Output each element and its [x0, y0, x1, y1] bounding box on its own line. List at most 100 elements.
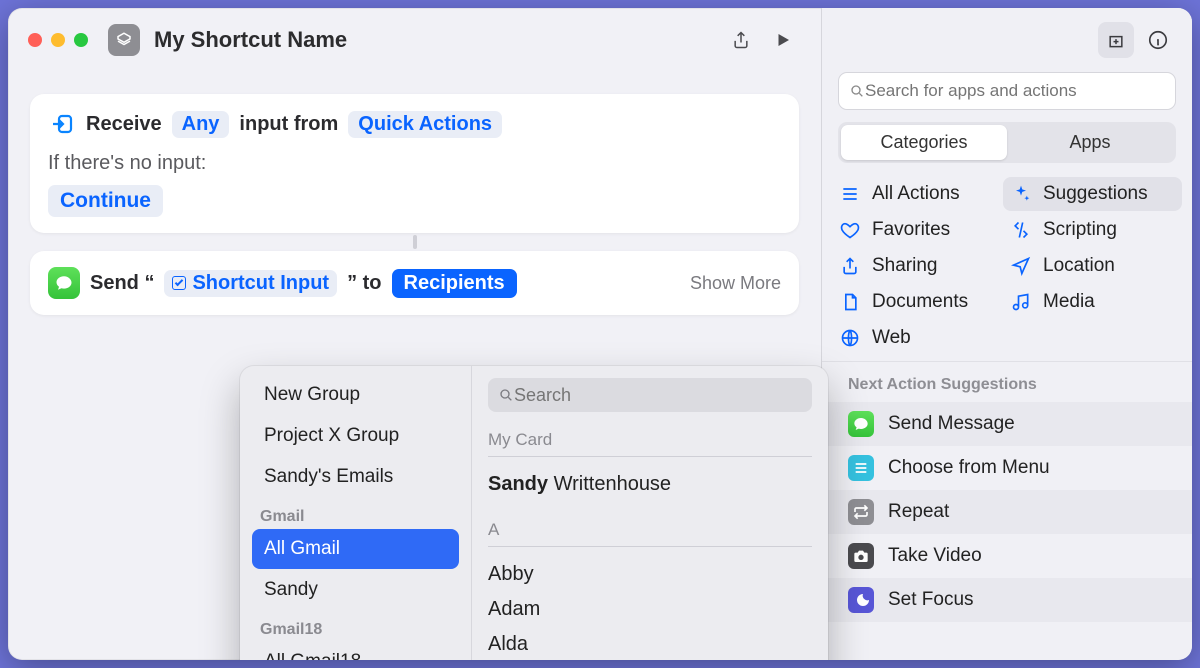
receive-input-action[interactable]: Receive Any input from Quick Actions If … [30, 94, 799, 233]
fav-icon [840, 220, 860, 240]
category-label: Media [1043, 291, 1095, 313]
group-item[interactable]: Sandy [252, 570, 459, 610]
app-window: My Shortcut Name Receive Any input from [8, 8, 1192, 660]
category-script[interactable]: Scripting [1011, 219, 1174, 241]
category-label: Scripting [1043, 219, 1117, 241]
loc-icon [1011, 256, 1031, 276]
suggestion-item[interactable]: Take Video [822, 534, 1192, 578]
tab-apps[interactable]: Apps [1007, 125, 1173, 160]
share-button[interactable] [723, 22, 759, 58]
recipients-popover: New GroupProject X GroupSandy's EmailsGm… [240, 366, 828, 660]
library-search-input[interactable] [865, 81, 1165, 101]
category-media[interactable]: Media [1011, 291, 1174, 313]
library-tabs[interactable]: Categories Apps [838, 122, 1176, 163]
window-controls [28, 33, 88, 47]
send-message-action[interactable]: Send “ Shortcut Input ” to Recipients Sh… [30, 251, 799, 315]
category-grid: All Actions Suggestions Favorites Scripting… [822, 177, 1192, 362]
show-more-button[interactable]: Show More [690, 273, 781, 294]
shortcut-app-icon [108, 24, 140, 56]
contact-item[interactable]: Adam [486, 592, 814, 627]
library-search[interactable] [838, 72, 1176, 110]
category-label: Sharing [872, 255, 938, 277]
minimize-window-button[interactable] [51, 33, 65, 47]
suggestion-icon [848, 499, 874, 525]
suggestion-icon [848, 411, 874, 437]
message-content-token[interactable]: Shortcut Input [164, 270, 337, 297]
input-type-token[interactable]: Any [172, 111, 230, 138]
search-icon [498, 387, 514, 403]
run-button[interactable] [765, 22, 801, 58]
group-header: Gmail [248, 498, 463, 528]
group-header: Gmail18 [248, 611, 463, 641]
suggestion-label: Send Message [888, 413, 1015, 435]
group-item[interactable]: Project X Group [252, 416, 459, 456]
suggestion-icon [848, 587, 874, 613]
contact-groups-list[interactable]: New GroupProject X GroupSandy's EmailsGm… [240, 366, 472, 660]
editor-pane: My Shortcut Name Receive Any input from [8, 8, 822, 660]
input-source-token[interactable]: Quick Actions [348, 111, 502, 138]
category-label: Favorites [872, 219, 950, 241]
doc-icon [840, 292, 860, 312]
next-action-suggestions-list: Send Message Choose from Menu Repeat Take V… [822, 402, 1192, 622]
magic-variable-icon [172, 276, 186, 290]
group-item[interactable]: All Gmail18 [252, 642, 459, 660]
category-web[interactable]: Web [840, 327, 1003, 349]
shortcut-title[interactable]: My Shortcut Name [154, 27, 347, 53]
mycard-section-label: My Card [488, 430, 812, 450]
suggestion-label: Repeat [888, 501, 949, 523]
suggestion-item[interactable]: Choose from Menu [822, 446, 1192, 490]
no-input-behavior-token[interactable]: Continue [48, 185, 163, 217]
contact-item[interactable]: Alda [486, 627, 814, 660]
recipients-token[interactable]: Recipients [392, 269, 517, 298]
contacts-column: My Card Sandy Writtenhouse A AbbyAdamAld… [472, 366, 828, 660]
divider [488, 546, 812, 547]
library-toolbar [822, 8, 1192, 72]
info-button[interactable] [1140, 22, 1176, 58]
group-item[interactable]: Sandy's Emails [252, 457, 459, 497]
titlebar: My Shortcut Name [8, 8, 821, 72]
media-icon [1011, 292, 1031, 312]
receive-label: Receive [86, 113, 162, 136]
contacts-search-input[interactable] [514, 385, 802, 406]
no-input-label: If there's no input: [48, 152, 781, 175]
suggestion-icon [848, 543, 874, 569]
category-all[interactable]: All Actions [840, 183, 1003, 205]
category-sugg[interactable]: Suggestions [1003, 177, 1182, 211]
suggestion-label: Set Focus [888, 589, 974, 611]
suggestion-label: Take Video [888, 545, 982, 567]
web-icon [840, 328, 860, 348]
zoom-window-button[interactable] [74, 33, 88, 47]
category-share[interactable]: Sharing [840, 255, 1003, 277]
category-fav[interactable]: Favorites [840, 219, 1003, 241]
category-label: Documents [872, 291, 968, 313]
library-toggle-button[interactable] [1098, 22, 1134, 58]
action-connector [30, 233, 799, 251]
close-window-button[interactable] [28, 33, 42, 47]
send-close-label: ” to [347, 272, 381, 295]
input-from-label: input from [239, 113, 338, 136]
category-loc[interactable]: Location [1011, 255, 1174, 277]
editor-canvas: Receive Any input from Quick Actions If … [8, 72, 821, 660]
category-doc[interactable]: Documents [840, 291, 1003, 313]
suggestion-icon [848, 455, 874, 481]
suggestion-item[interactable]: Repeat [822, 490, 1192, 534]
tab-categories[interactable]: Categories [841, 125, 1007, 160]
suggestion-item[interactable]: Set Focus [822, 578, 1192, 622]
divider [488, 456, 812, 457]
share-icon [840, 256, 860, 276]
group-item[interactable]: New Group [252, 375, 459, 415]
script-icon [1011, 220, 1031, 240]
category-label: All Actions [872, 183, 960, 205]
group-item[interactable]: All Gmail [252, 529, 459, 569]
contacts-search[interactable] [488, 378, 812, 412]
search-icon [849, 83, 865, 99]
sugg-icon [1011, 184, 1031, 204]
contact-mycard[interactable]: Sandy Writtenhouse [486, 467, 814, 502]
all-icon [840, 184, 860, 204]
input-icon [48, 110, 76, 138]
contact-item[interactable]: Abby [486, 557, 814, 592]
send-open-label: Send “ [90, 272, 154, 295]
section-a-label: A [488, 520, 812, 540]
shortcut-input-label: Shortcut Input [192, 272, 329, 295]
suggestion-item[interactable]: Send Message [822, 402, 1192, 446]
